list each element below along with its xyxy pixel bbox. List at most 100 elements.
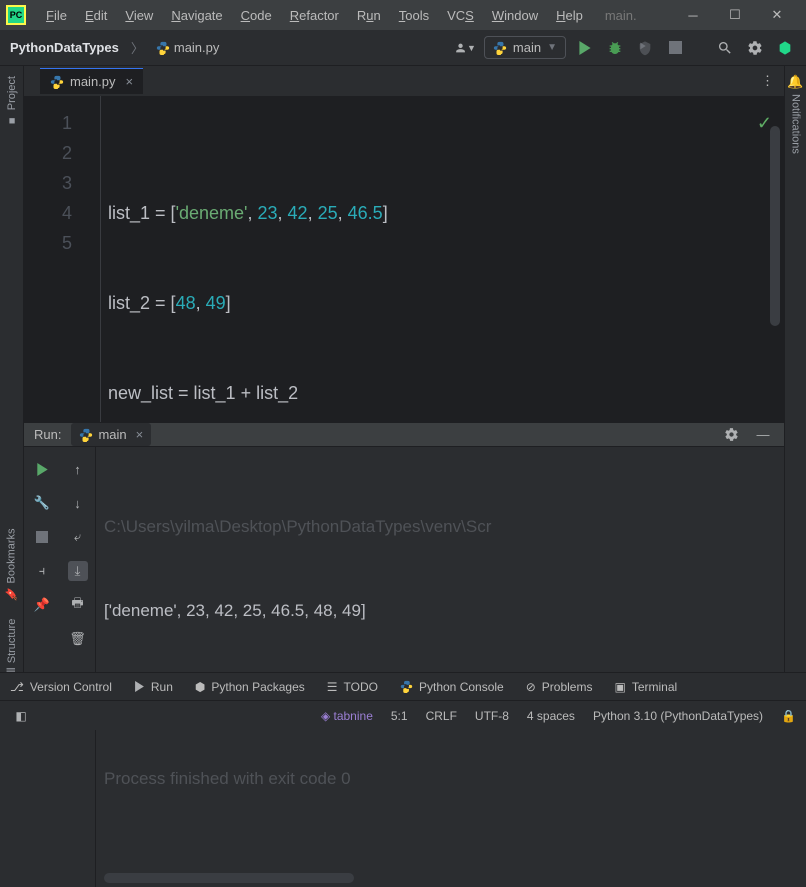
menu-tools[interactable]: Tools <box>391 4 437 27</box>
run-tab[interactable]: main × <box>71 423 151 446</box>
interpreter[interactable]: Python 3.10 (PythonDataTypes) <box>593 709 763 723</box>
close-tab-icon[interactable]: × <box>126 74 134 89</box>
scroll-to-end-icon[interactable]: ⤓ <box>68 561 88 581</box>
code-area[interactable]: list_1 = ['deneme', 23, 42, 25, 46.5] li… <box>100 96 784 422</box>
tabnine-status[interactable]: ◈ tabnine <box>321 709 373 723</box>
run-toolbar-left: 🔧 ⫞ 📌 <box>24 447 60 887</box>
run-config-selector[interactable]: main ▼ <box>484 36 566 59</box>
editor-tab-bar: main.py × ⋮ <box>24 66 784 96</box>
python-icon <box>50 75 64 89</box>
console-path: C:\Users\yilma\Desktop\PythonDataTypes\v… <box>104 513 776 541</box>
console-scrollbar[interactable] <box>104 873 354 883</box>
run-tool-window: Run: main × — 🔧 ⫞ 📌 ↑ ↓ ⤶ ⤓ 🖶 🗑 C:\User <box>24 422 784 700</box>
caret-position[interactable]: 5:1 <box>391 709 408 723</box>
version-control-button[interactable]: ⎇Version Control <box>10 680 112 694</box>
todo-button[interactable]: ☰TODO <box>327 680 378 694</box>
line-number: 4 <box>24 198 72 228</box>
line-number: 1 <box>24 108 72 138</box>
gutter: 1 2 3 4 5 <box>24 96 100 422</box>
file-encoding[interactable]: UTF-8 <box>475 709 509 723</box>
layout-icon[interactable]: ⫞ <box>32 561 52 581</box>
console-stdout: ['deneme', 23, 42, 25, 46.5, 48, 49] <box>104 597 776 625</box>
notifications-tool-button[interactable]: Notifications <box>790 94 802 154</box>
python-packages-button[interactable]: ⬢Python Packages <box>195 680 305 694</box>
print-icon[interactable]: 🖶 <box>68 595 88 615</box>
branch-icon: ⎇ <box>10 680 24 694</box>
menu-navigate[interactable]: Navigate <box>163 4 230 27</box>
play-icon <box>134 681 145 692</box>
menu-view[interactable]: View <box>117 4 161 27</box>
pycharm-logo: PC <box>6 5 26 25</box>
terminal-icon: ▣ <box>614 680 625 694</box>
run-tab-label: main <box>98 427 126 442</box>
run-config-label: main <box>513 40 541 55</box>
run-title: Run: <box>34 427 61 442</box>
bottom-tool-bar: ⎇Version Control Run ⬢Python Packages ☰T… <box>0 672 806 700</box>
python-console-button[interactable]: Python Console <box>400 680 504 694</box>
maximize-button[interactable]: ☐ <box>728 8 742 22</box>
breadcrumb-project[interactable]: PythonDataTypes <box>10 40 119 55</box>
code-with-me-button[interactable] <box>774 37 796 59</box>
line-number: 2 <box>24 138 72 168</box>
tab-options-icon[interactable]: ⋮ <box>761 73 774 89</box>
user-icon[interactable]: ▼ <box>454 37 476 59</box>
python-icon <box>79 428 93 442</box>
project-tool-button[interactable]: ■Project <box>6 76 18 126</box>
search-button[interactable] <box>714 37 736 59</box>
tool-windows-icon[interactable]: ◧ <box>10 705 32 727</box>
line-number: 5 <box>24 228 72 258</box>
softwrap-icon[interactable]: ⤶ <box>68 527 88 547</box>
bookmarks-tool-button[interactable]: 🔖Bookmarks <box>5 528 18 600</box>
indent-config[interactable]: 4 spaces <box>527 709 575 723</box>
close-run-tab-icon[interactable]: × <box>136 427 144 442</box>
navigation-bar: PythonDataTypes 〉 main.py ▼ main ▼ <box>0 30 806 66</box>
menu-file[interactable]: File <box>38 4 75 27</box>
settings-button[interactable] <box>744 37 766 59</box>
debug-button[interactable] <box>604 37 626 59</box>
run-toolbar-console: ↑ ↓ ⤶ ⤓ 🖶 🗑 <box>60 447 96 887</box>
down-stack-icon[interactable]: ↓ <box>68 493 88 513</box>
menu-window[interactable]: Window <box>484 4 546 27</box>
rerun-button[interactable] <box>32 459 52 479</box>
code-editor[interactable]: 1 2 3 4 5 list_1 = ['deneme', 23, 42, 25… <box>24 96 784 422</box>
run-button[interactable] <box>574 37 596 59</box>
menu-refactor[interactable]: Refactor <box>282 4 347 27</box>
menu-run[interactable]: Run <box>349 4 389 27</box>
editor-tab[interactable]: main.py × <box>40 68 143 94</box>
run-header: Run: main × — <box>24 423 784 447</box>
run-tool-button[interactable]: Run <box>134 680 173 694</box>
terminal-button[interactable]: ▣Terminal <box>614 680 677 694</box>
lock-icon[interactable]: 🔒 <box>781 709 796 723</box>
menu-code[interactable]: Code <box>233 4 280 27</box>
python-icon <box>493 41 507 55</box>
warning-icon: ⊘ <box>526 680 536 694</box>
line-separator[interactable]: CRLF <box>426 709 457 723</box>
status-bar: ◧ ◈ tabnine 5:1 CRLF UTF-8 4 spaces Pyth… <box>0 700 806 730</box>
stop-button[interactable] <box>664 37 686 59</box>
trash-icon[interactable]: 🗑 <box>68 629 88 649</box>
menu-edit[interactable]: Edit <box>77 4 115 27</box>
editor-scrollbar[interactable] <box>770 126 780 326</box>
close-window-button[interactable]: ✕ <box>770 8 784 22</box>
pin-icon[interactable]: 📌 <box>32 595 52 615</box>
menu-help[interactable]: Help <box>548 4 591 27</box>
hide-run-icon[interactable]: — <box>752 424 774 446</box>
minimize-button[interactable]: ─ <box>686 8 700 22</box>
run-coverage-button[interactable] <box>634 37 656 59</box>
breadcrumb-separator: 〉 <box>131 38 144 57</box>
up-stack-icon[interactable]: ↑ <box>68 459 88 479</box>
stop-run-button[interactable] <box>32 527 52 547</box>
console-exit: Process finished with exit code 0 <box>104 765 776 793</box>
menu-vcs[interactable]: VCS <box>439 4 482 27</box>
todo-icon: ☰ <box>327 680 338 694</box>
problems-button[interactable]: ⊘Problems <box>526 680 593 694</box>
bell-icon[interactable]: 🔔 <box>787 74 803 90</box>
structure-tool-button[interactable]: ⫴Structure <box>6 619 18 672</box>
breadcrumb-file-label: main.py <box>174 40 220 55</box>
packages-icon: ⬢ <box>195 680 205 694</box>
breadcrumb-file[interactable]: main.py <box>156 40 220 55</box>
line-number: 3 <box>24 168 72 198</box>
console-output[interactable]: C:\Users\yilma\Desktop\PythonDataTypes\v… <box>96 447 784 887</box>
run-settings-icon[interactable] <box>720 424 742 446</box>
wrench-icon[interactable]: 🔧 <box>32 493 52 513</box>
